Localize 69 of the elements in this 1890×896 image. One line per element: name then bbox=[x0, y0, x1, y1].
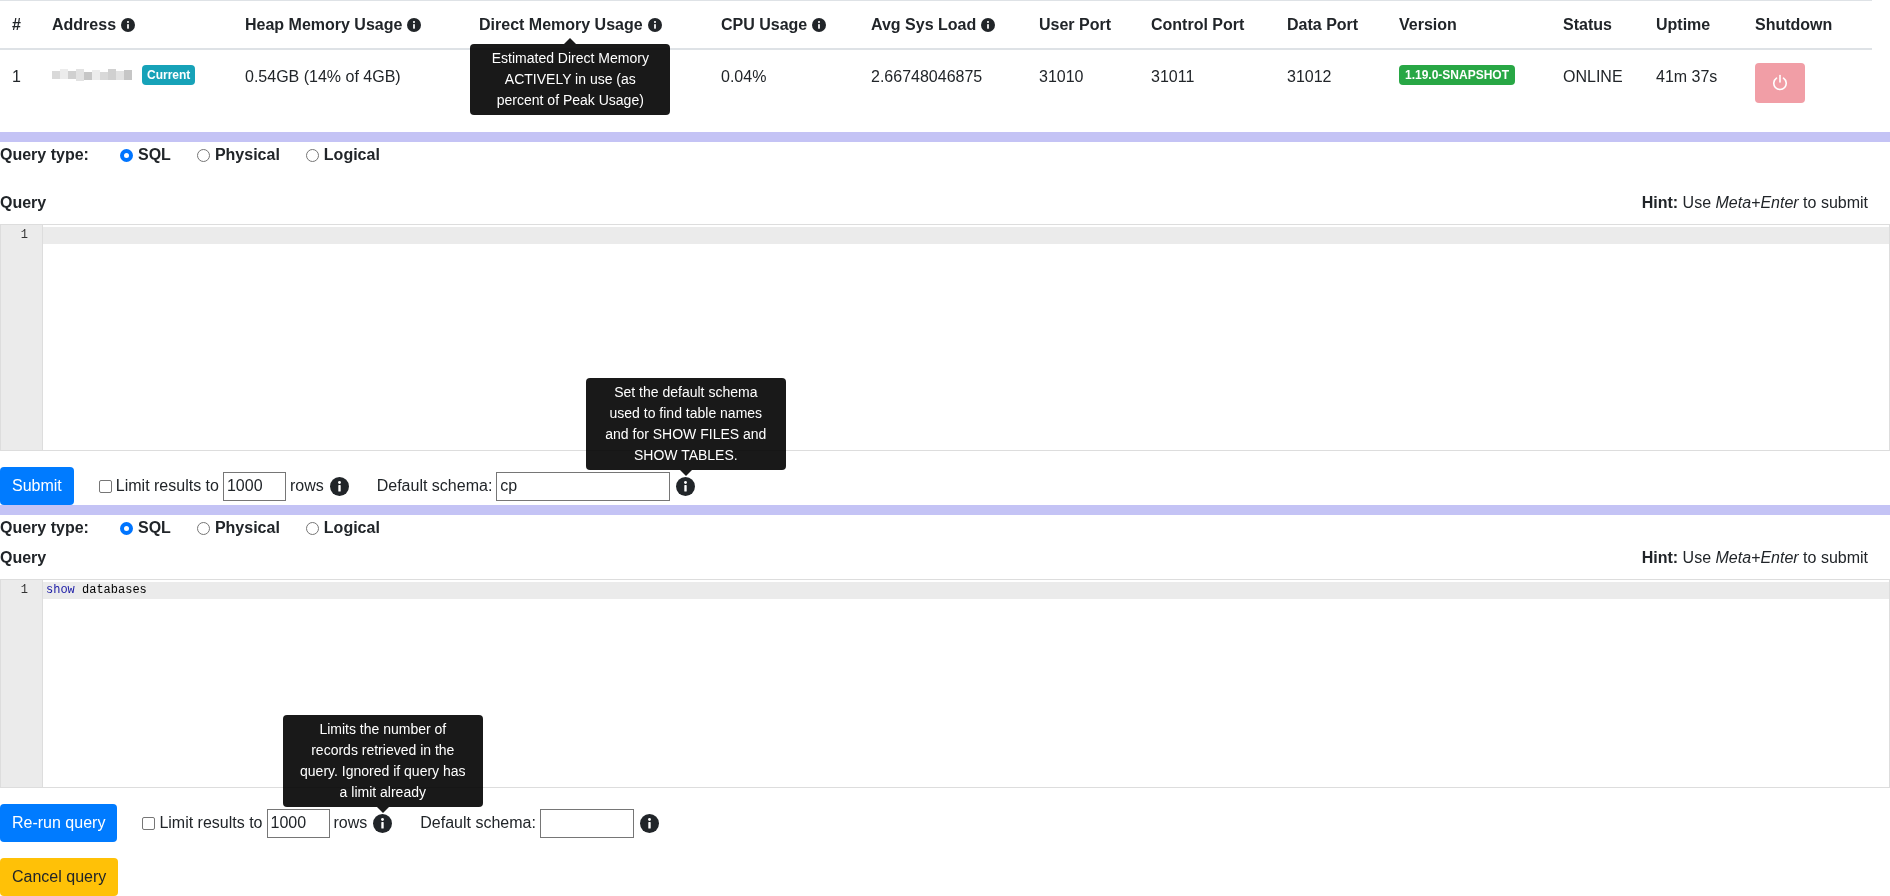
radio-button[interactable] bbox=[196, 521, 210, 535]
column-header: CPU Usage bbox=[721, 14, 808, 35]
radio-option[interactable]: SQL bbox=[120, 143, 171, 167]
info-icon bbox=[676, 476, 696, 496]
tooltip-arrow bbox=[564, 37, 577, 44]
field-label: Limit results to bbox=[159, 813, 263, 833]
submit-button[interactable]: Re-run query bbox=[0, 804, 118, 842]
radio-option[interactable]: SQL bbox=[120, 516, 171, 540]
table-cell-text: 0.54GB (14% of 4GB) bbox=[245, 67, 401, 87]
section-title: Query bbox=[0, 193, 47, 213]
table-cell-text: 31012 bbox=[1287, 67, 1332, 87]
field-label: rows bbox=[289, 476, 324, 496]
schema-input[interactable] bbox=[539, 808, 634, 838]
status-badge: Current bbox=[142, 65, 196, 85]
field-label: rows bbox=[333, 813, 368, 833]
column-header: # bbox=[12, 14, 21, 35]
field-label: Query type: bbox=[0, 518, 90, 538]
table-cell-text: 31011 bbox=[1151, 67, 1195, 87]
limit-input[interactable]: 1000 bbox=[222, 471, 286, 501]
table-cell-text: 1 bbox=[12, 67, 21, 87]
code-keyword: show bbox=[46, 582, 75, 599]
table-cell-text: 2.66748046875 bbox=[871, 67, 983, 87]
cancel-button[interactable]: Cancel query bbox=[0, 858, 119, 896]
column-header: Direct Memory Usage bbox=[479, 14, 643, 35]
radio-button[interactable] bbox=[196, 148, 210, 162]
limit-input[interactable]: 1000 bbox=[266, 808, 330, 838]
field-label: Query type: bbox=[0, 145, 90, 165]
table-cell-text: 0.04% bbox=[721, 67, 767, 87]
version-badge: 1.19.0-SNAPSHOT bbox=[1399, 65, 1516, 85]
column-header: Address bbox=[52, 14, 117, 35]
column-header: Status bbox=[1563, 14, 1612, 35]
column-header: Avg Sys Load bbox=[871, 14, 977, 35]
radio-option[interactable]: Logical bbox=[305, 143, 380, 167]
radio-button[interactable] bbox=[120, 521, 133, 535]
line-number: 1 bbox=[19, 227, 29, 244]
field-label: Default schema: bbox=[420, 813, 536, 833]
radio-option[interactable]: Physical bbox=[196, 143, 280, 167]
column-header: User Port bbox=[1039, 14, 1112, 35]
code-text: databases bbox=[81, 582, 147, 599]
table-cell-text: ONLINE bbox=[1563, 67, 1623, 87]
section-title: Query bbox=[0, 548, 47, 568]
column-header: Control Port bbox=[1151, 14, 1245, 35]
tooltip-arrow bbox=[679, 469, 692, 476]
checkbox[interactable] bbox=[98, 479, 112, 493]
radio-option[interactable]: Physical bbox=[196, 516, 280, 540]
column-header: Data Port bbox=[1287, 14, 1359, 35]
tooltip-arrow bbox=[376, 806, 389, 813]
column-header: Heap Memory Usage bbox=[245, 14, 403, 35]
schema-input[interactable]: cp bbox=[496, 471, 671, 501]
hint-text: Hint: Use Meta+Enter to submit bbox=[1641, 548, 1868, 568]
field-label: Default schema: bbox=[376, 476, 493, 496]
info-icon bbox=[329, 476, 349, 496]
column-header: Shutdown bbox=[1755, 14, 1833, 35]
table-cell-text: 31010 bbox=[1039, 67, 1084, 87]
radio-option[interactable]: Logical bbox=[305, 516, 380, 540]
field-label: Limit results to bbox=[115, 476, 219, 496]
table-cell-text: 41m 37s bbox=[1656, 67, 1718, 87]
radio-button[interactable] bbox=[120, 148, 133, 162]
line-number: 1 bbox=[19, 582, 29, 599]
radio-button[interactable] bbox=[305, 521, 319, 535]
radio-button[interactable] bbox=[305, 148, 319, 162]
info-icon bbox=[639, 813, 659, 833]
power-icon bbox=[1771, 74, 1789, 92]
checkbox[interactable] bbox=[142, 816, 156, 830]
column-header: Uptime bbox=[1656, 14, 1711, 35]
column-header: Version bbox=[1399, 14, 1457, 35]
submit-button[interactable]: Submit bbox=[0, 467, 74, 505]
info-icon bbox=[373, 813, 393, 833]
hint-text: Hint: Use Meta+Enter to submit bbox=[1641, 193, 1868, 213]
